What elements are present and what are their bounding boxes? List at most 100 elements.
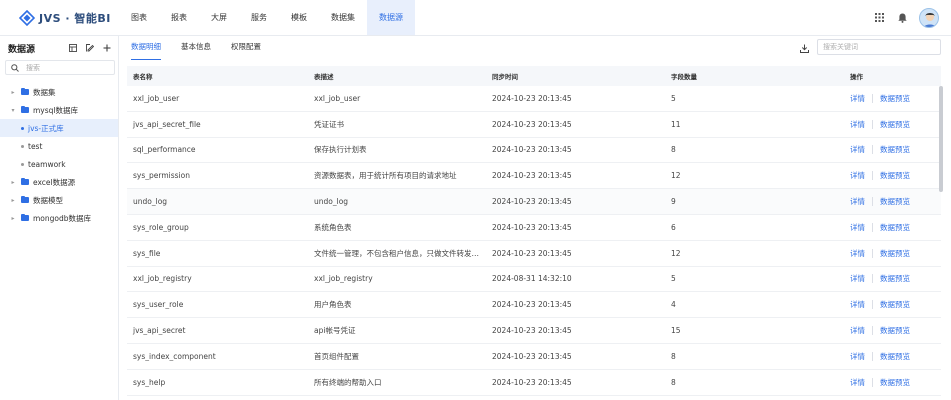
table-cell: 8 (671, 377, 676, 387)
tab-2[interactable]: 权限配置 (231, 36, 261, 60)
data-preview-link[interactable]: 数据预览 (872, 300, 910, 310)
data-preview-link[interactable]: 数据预览 (872, 377, 910, 387)
tree-node[interactable]: ▾ mysql数据库 (0, 101, 118, 119)
table-row: sys_user_role 用户角色表 2024-10-23 20:13:45 4 详情… (127, 292, 941, 319)
caret-right-icon[interactable]: ▸ (9, 197, 17, 204)
detail-link[interactable]: 详情 (850, 223, 865, 232)
app-logo[interactable]: JVS · 智能BI (19, 9, 111, 27)
caret-right-icon[interactable]: ▸ (9, 179, 17, 186)
row-actions: 详情 数据预览 (844, 325, 941, 336)
column-header: 表描述 (314, 73, 334, 81)
sidebar-header: 数据源 (8, 41, 112, 55)
table-cell: 2024-10-23 20:13:45 (492, 351, 572, 361)
table-search-input[interactable] (817, 39, 941, 55)
nav-item-5[interactable]: 数据集 (319, 0, 367, 35)
row-actions: 详情 数据预览 (844, 119, 941, 130)
data-preview-link[interactable]: 数据预览 (872, 145, 910, 155)
tree-node[interactable]: test (0, 137, 118, 155)
tab-1[interactable]: 基本信息 (181, 36, 211, 60)
data-preview-link[interactable]: 数据预览 (872, 197, 910, 207)
tree-node[interactable]: ▸ excel数据源 (0, 173, 118, 191)
table-cell: 15 (671, 326, 681, 336)
table-cell: 6 (671, 222, 676, 232)
data-preview-link[interactable]: 数据预览 (872, 351, 910, 361)
detail-link[interactable]: 详情 (850, 300, 865, 309)
data-preview-link[interactable]: 数据预览 (872, 326, 910, 336)
main-panel: 数据明细基本信息权限配置 表名称 表描述 同步时间 字段数量 操作 xxl_job_us… (119, 36, 951, 400)
table-row: jvs_api_secret api帐号凭证 2024-10-23 20:13:45… (127, 318, 941, 344)
user-avatar[interactable] (919, 7, 939, 28)
nav-item-6[interactable]: 数据源 (367, 0, 415, 35)
dot-icon (21, 144, 24, 148)
collapse-all-icon[interactable] (67, 43, 78, 54)
tree-node[interactable]: jvs-正式库 (0, 119, 118, 137)
table-cell: 文件统一管理，不包含租户信息，只做文件转发和… (314, 248, 486, 258)
row-actions: 详情 数据预览 (844, 196, 941, 207)
nav-item-1[interactable]: 报表 (159, 0, 199, 35)
nav-item-3[interactable]: 服务 (239, 0, 279, 35)
tree-node[interactable]: teamwork (0, 155, 118, 173)
table-row: sys_index_component 首页组件配置 2024-10-23 20:1… (127, 344, 941, 370)
tree-node-label: 数据集 (33, 87, 56, 97)
grid-apps-icon[interactable] (872, 11, 886, 25)
sidebar-search[interactable] (5, 60, 115, 75)
data-preview-link[interactable]: 数据预览 (872, 93, 910, 103)
table-cell: api帐号凭证 (314, 326, 356, 336)
tree-node[interactable]: ▸ 数据集 (0, 83, 118, 101)
caret-right-icon[interactable]: ▸ (9, 215, 17, 222)
tab-0[interactable]: 数据明细 (131, 36, 161, 60)
table-cell: 系统角色表 (314, 222, 352, 232)
detail-link[interactable]: 详情 (850, 120, 865, 129)
table-row: xxl_job_user xxl_job_user 2024-10-23 20:13… (127, 86, 941, 112)
detail-link[interactable]: 详情 (850, 352, 865, 361)
table-cell: 8 (671, 351, 676, 361)
detail-link[interactable]: 详情 (850, 197, 865, 206)
detail-link[interactable]: 详情 (850, 94, 865, 103)
bell-icon[interactable] (895, 11, 909, 25)
table-cell: 2024-10-23 20:13:45 (492, 222, 572, 232)
data-preview-link[interactable]: 数据预览 (872, 171, 910, 181)
download-icon[interactable] (797, 41, 811, 55)
nav-item-2[interactable]: 大屏 (199, 0, 239, 35)
sidebar-actions (61, 43, 112, 54)
data-preview-link[interactable]: 数据预览 (872, 274, 910, 284)
table-cell: undo_log (133, 197, 168, 207)
main-nav: 图表 报表 大屏 服务 模板 数据集 数据源 (119, 0, 415, 35)
detail-link[interactable]: 详情 (850, 326, 865, 335)
data-preview-link[interactable]: 数据预览 (872, 119, 910, 129)
table-cell: 所有终端的帮助入口 (314, 377, 382, 387)
caret-down-icon[interactable]: ▾ (9, 107, 17, 114)
table-cell: 11 (671, 119, 681, 129)
data-preview-link[interactable]: 数据预览 (872, 248, 910, 258)
table-cell: sys_file (133, 248, 161, 258)
tree-node[interactable]: ▸ 数据模型 (0, 191, 118, 209)
detail-link[interactable]: 详情 (850, 171, 865, 180)
detail-link[interactable]: 详情 (850, 249, 865, 258)
datasource-tree: ▸ 数据集 ▾ mysql数据库 jvs-正式库 test teamwork ▸ excel数据… (0, 83, 118, 227)
table-cell: 2024-10-23 20:13:45 (492, 197, 572, 207)
add-icon[interactable] (101, 43, 112, 54)
table-cell: 9 (671, 197, 676, 207)
sidebar-title: 数据源 (8, 44, 36, 55)
data-preview-link[interactable]: 数据预览 (872, 222, 910, 232)
nav-item-0[interactable]: 图表 (119, 0, 159, 35)
datasource-sidebar: 数据源 ▸数据集▾mysql数据库jvs-正式库te (0, 36, 119, 400)
edit-icon[interactable] (84, 43, 95, 54)
scrollbar-thumb[interactable] (939, 86, 943, 192)
tree-node-label: mongodb数据库 (33, 213, 92, 223)
nav-item-4[interactable]: 模板 (279, 0, 319, 35)
folder-icon (21, 213, 29, 221)
tree-node-label: 数据模型 (33, 195, 63, 205)
detail-link[interactable]: 详情 (850, 274, 865, 283)
table-cell: 2024-08-31 14:32:10 (492, 274, 572, 284)
detail-link[interactable]: 详情 (850, 378, 865, 387)
tree-node[interactable]: ▸ mongodb数据库 (0, 209, 118, 227)
table-scrollbar[interactable] (939, 86, 943, 392)
sidebar-search-input[interactable] (26, 63, 106, 72)
table-cell: 凭证证书 (314, 119, 344, 129)
logo-text: JVS · 智能BI (39, 12, 111, 25)
detail-link[interactable]: 详情 (850, 145, 865, 154)
table-header: 表名称 表描述 同步时间 字段数量 操作 (127, 66, 941, 86)
caret-right-icon[interactable]: ▸ (9, 89, 17, 96)
tree-node-label: mysql数据库 (33, 105, 78, 115)
